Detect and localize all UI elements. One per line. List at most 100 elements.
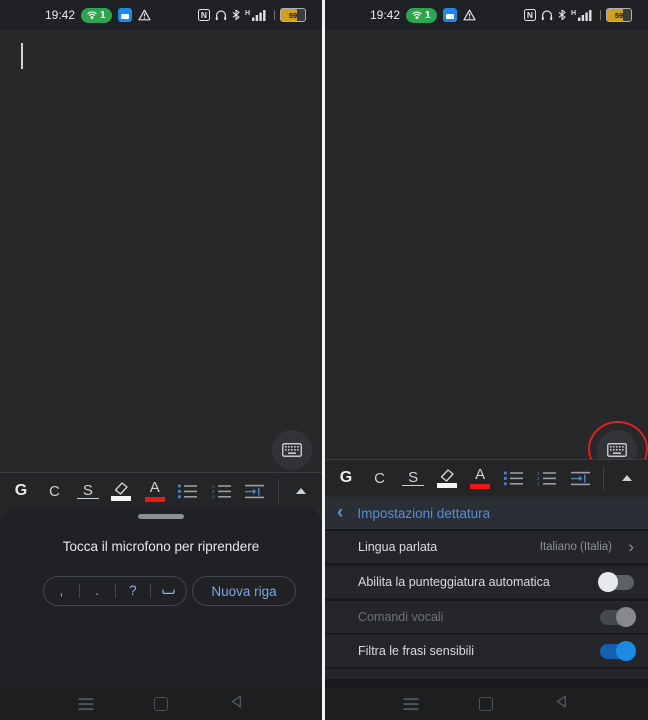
svg-text:2: 2 <box>212 489 215 494</box>
battery-percent: 59 <box>281 9 305 21</box>
setting-label: Abilita la punteggiatura automatica <box>358 575 550 589</box>
cell-signal-icon: H <box>571 9 592 21</box>
android-nav-bar <box>325 688 648 720</box>
status-left-cluster: 19:42 1 <box>45 8 151 23</box>
phone-screen-right: 19:42 1 N <box>325 0 648 720</box>
battery-icon: 59 <box>280 8 306 22</box>
hotspot-count: 1 <box>425 10 431 21</box>
setting-row-voice-commands[interactable]: Comandi vocali <box>325 601 648 633</box>
headphones-icon <box>215 9 227 21</box>
status-divider <box>600 10 601 20</box>
new-line-button[interactable]: Nuova riga <box>192 576 296 606</box>
collapse-arrow-icon <box>622 475 632 481</box>
italic-button[interactable]: C <box>369 470 391 487</box>
collapse-arrow-icon <box>296 488 306 494</box>
punct-comma[interactable]: , <box>44 584 79 598</box>
indent-icon <box>245 484 265 499</box>
status-right-cluster: N H <box>198 0 306 30</box>
text-color-button[interactable]: A <box>469 467 491 489</box>
chevron-right-icon: › <box>628 538 634 555</box>
drag-handle[interactable] <box>138 514 184 519</box>
status-bar: 19:42 1 N <box>325 0 648 30</box>
bullet-list-icon <box>504 471 524 486</box>
signal-bars-icon <box>578 9 592 21</box>
toggle-sensitive-filter[interactable] <box>600 644 634 659</box>
svg-text:1: 1 <box>537 471 540 476</box>
underline-button[interactable]: S <box>402 470 424 487</box>
numbered-list-button[interactable]: 1 2 3 <box>536 471 558 486</box>
bullet-list-button[interactable] <box>177 484 199 499</box>
bullet-list-button[interactable] <box>503 471 525 486</box>
settings-title: Impostazioni dettatura <box>357 506 490 521</box>
numbered-list-icon: 1 2 3 <box>212 484 232 499</box>
nfc-icon: N <box>524 9 536 21</box>
keyboard-fab-button[interactable] <box>272 430 312 470</box>
setting-label: Lingua parlata <box>358 540 437 554</box>
toggle-auto-punctuation[interactable] <box>600 575 634 590</box>
punct-space[interactable] <box>151 584 186 598</box>
text-color-button[interactable]: A <box>144 480 166 502</box>
recents-button[interactable] <box>79 698 94 710</box>
clock: 19:42 <box>45 8 75 22</box>
collapse-toolbar-button[interactable] <box>616 475 638 481</box>
notification-app-icon <box>118 8 132 22</box>
hotspot-badge: 1 <box>81 8 112 23</box>
back-triangle-icon <box>555 695 568 709</box>
toggle-knob <box>616 607 636 627</box>
space-icon <box>162 589 175 595</box>
back-button[interactable] <box>555 695 568 714</box>
text-color-bar <box>470 484 490 489</box>
text-color-bar <box>145 497 165 502</box>
svg-text:3: 3 <box>212 494 215 498</box>
phone-screen-left: 19:42 1 N <box>0 0 322 720</box>
network-type-label: H <box>245 10 250 17</box>
indent-button[interactable] <box>570 471 592 486</box>
text-color-letter: A <box>475 467 485 483</box>
warning-icon <box>463 9 476 21</box>
hotspot-icon <box>87 11 97 20</box>
recents-button[interactable] <box>404 698 419 710</box>
setting-row-sensitive-filter[interactable]: Filtra le frasi sensibili <box>325 635 648 667</box>
setting-row-language[interactable]: Lingua parlata Italiano (Italia) › <box>325 531 648 563</box>
setting-row-auto-punctuation[interactable]: Abilita la punteggiatura automatica <box>325 566 648 598</box>
home-button[interactable] <box>154 697 168 711</box>
hotspot-icon <box>412 11 422 20</box>
keyboard-icon <box>282 443 302 457</box>
back-button[interactable] <box>230 695 243 714</box>
highlight-button[interactable] <box>436 469 458 488</box>
format-toolbar: G C S A 1 <box>0 472 322 509</box>
hotspot-count: 1 <box>100 10 106 21</box>
bold-button[interactable]: G <box>335 469 357 487</box>
status-left-cluster: 19:42 1 <box>370 8 476 23</box>
collapse-toolbar-button[interactable] <box>290 488 312 494</box>
italic-button[interactable]: C <box>43 483 65 500</box>
highlighter-icon <box>437 469 457 482</box>
two-screenshot-comparison: 19:42 1 N <box>0 0 648 720</box>
highlight-color-bar <box>111 496 131 501</box>
highlight-button[interactable] <box>110 482 132 501</box>
setting-label: Filtra le frasi sensibili <box>358 644 474 658</box>
punct-period[interactable]: . <box>80 584 115 598</box>
back-chevron-icon[interactable]: ‹ <box>337 503 343 522</box>
format-toolbar: G C S A 1 <box>325 459 648 496</box>
svg-text:1: 1 <box>212 484 215 489</box>
toggle-knob <box>616 641 636 661</box>
bluetooth-icon <box>558 9 566 21</box>
setting-value: Italiano (Italia) <box>540 541 612 553</box>
network-type-label: H <box>571 10 576 17</box>
underline-button[interactable]: S <box>77 483 99 500</box>
home-button[interactable] <box>479 697 493 711</box>
numbered-list-button[interactable]: 1 2 3 <box>211 484 233 499</box>
bluetooth-icon <box>232 9 240 21</box>
punctuation-pill: , . ? <box>43 576 187 606</box>
punct-question[interactable]: ? <box>116 584 151 598</box>
indent-button[interactable] <box>244 484 266 499</box>
bold-button[interactable]: G <box>10 482 32 500</box>
headphones-icon <box>541 9 553 21</box>
bullet-list-icon <box>178 484 198 499</box>
cell-signal-icon: H <box>245 9 266 21</box>
dictation-hint: Tocca il microfono per riprendere <box>0 539 322 554</box>
battery-icon: 59 <box>606 8 632 22</box>
notification-app-icon <box>443 8 457 22</box>
status-divider <box>274 10 275 20</box>
